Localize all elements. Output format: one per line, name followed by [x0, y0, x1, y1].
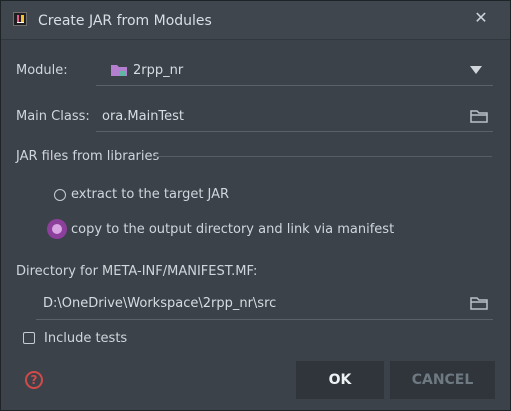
help-icon[interactable]: ? — [25, 371, 43, 389]
intellij-icon — [13, 12, 27, 26]
folder-icon[interactable] — [470, 296, 488, 310]
manifest-dir-label: Directory for META-INF/MANIFEST.MF: — [16, 264, 258, 279]
module-select[interactable]: 2rpp_nr — [96, 54, 493, 86]
include-tests-label[interactable]: Include tests — [44, 331, 127, 346]
section-divider — [154, 156, 492, 157]
manifest-dir-field[interactable]: D:\OneDrive\Workspace\2rpp_nr\src — [36, 288, 493, 320]
dialog-title: Create JAR from Modules — [38, 13, 212, 29]
create-jar-dialog: Create JAR from Modules ✕ Module: 2rpp_n… — [0, 0, 511, 411]
main-class-value: ora.MainTest — [102, 109, 185, 124]
main-class-field[interactable]: ora.MainTest — [96, 101, 493, 132]
cancel-button[interactable]: CANCEL — [390, 361, 495, 399]
module-value: 2rpp_nr — [133, 63, 184, 78]
manifest-dir-value: D:\OneDrive\Workspace\2rpp_nr\src — [43, 296, 277, 311]
module-label: Module: — [16, 63, 68, 78]
radio-copy-label[interactable]: copy to the output directory and link vi… — [71, 222, 394, 237]
radio-extract-label[interactable]: extract to the target JAR — [71, 187, 229, 202]
close-icon[interactable]: ✕ — [474, 10, 488, 26]
include-tests-checkbox[interactable] — [23, 332, 35, 344]
libraries-section-title: JAR files from libraries — [16, 149, 160, 164]
module-folder-icon — [111, 65, 127, 76]
radio-copy-dot — [52, 224, 62, 234]
chevron-down-icon[interactable] — [470, 66, 482, 74]
radio-extract[interactable] — [54, 189, 66, 201]
ok-button[interactable]: OK — [296, 361, 384, 399]
folder-icon[interactable] — [470, 109, 488, 123]
main-class-label: Main Class: — [16, 109, 90, 124]
title-bar[interactable]: Create JAR from Modules ✕ — [1, 1, 510, 40]
